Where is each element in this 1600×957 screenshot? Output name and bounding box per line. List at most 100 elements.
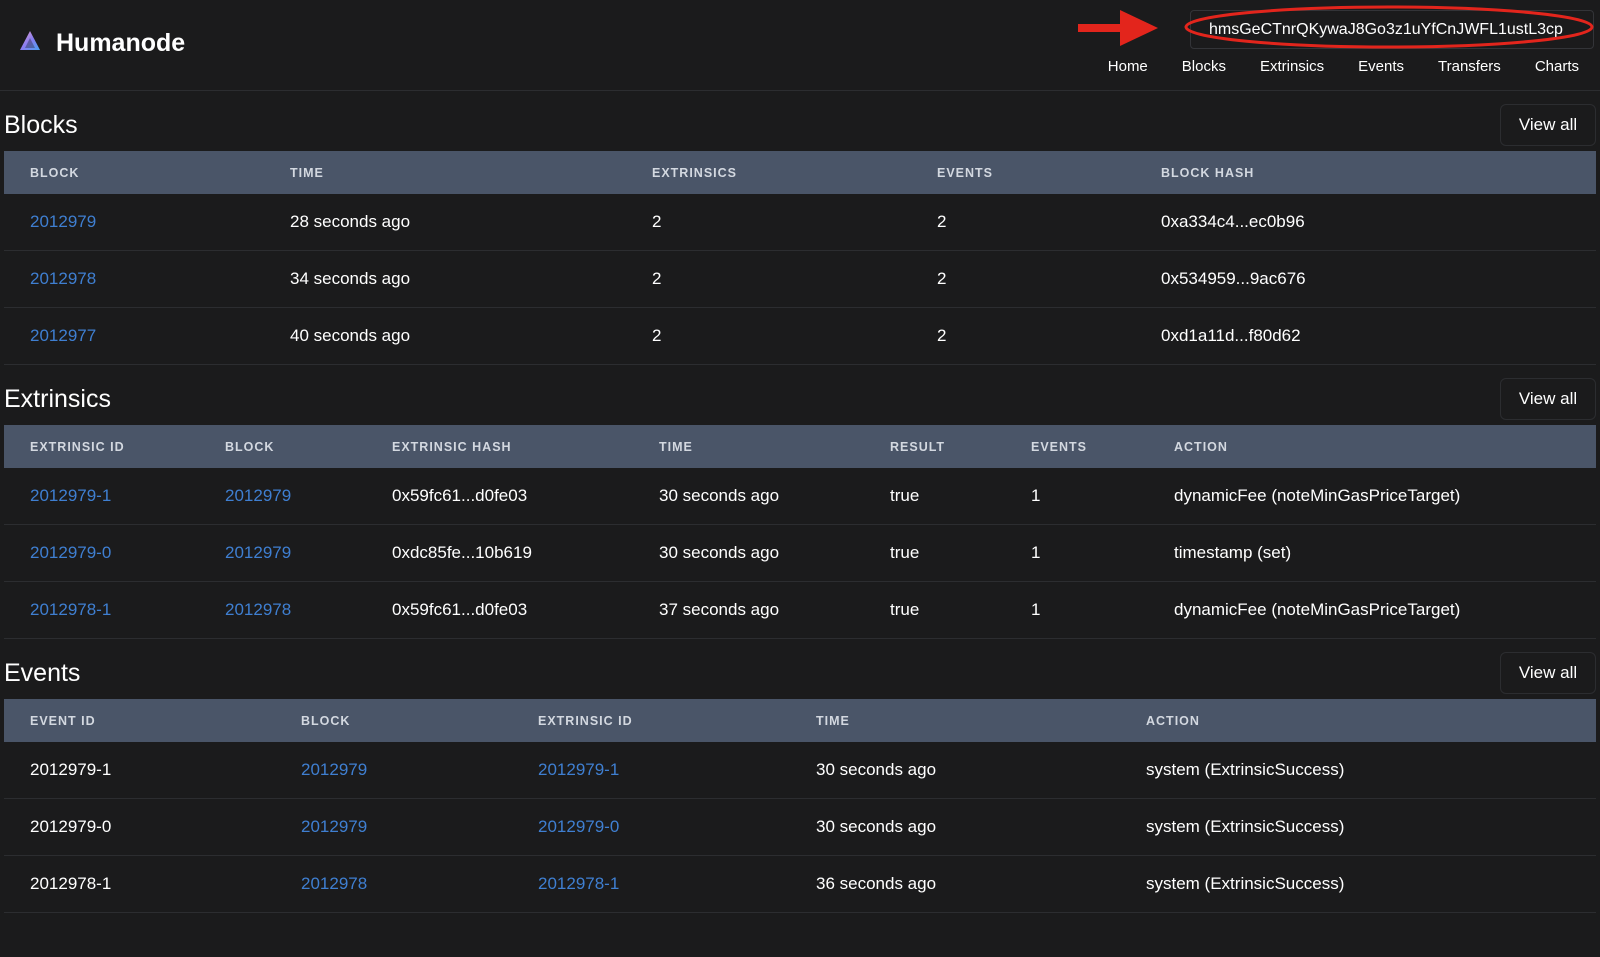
events-count-cell: 1 [1005,524,1148,582]
nav-charts[interactable]: Charts [1535,58,1579,75]
extrinsics-count-cell: 2 [626,194,911,251]
block-hash-cell: 0xa334c4...ec0b96 [1135,194,1596,251]
events-table: EVENT ID BLOCK EXTRINSIC ID TIME ACTION … [4,699,1596,913]
result-cell: true [864,468,1005,525]
extrinsic-id-link[interactable]: 2012978-1 [538,874,619,893]
extrinsic-hash-cell: 0x59fc61...d0fe03 [366,581,633,639]
extrinsic-id-link[interactable]: 2012979-1 [538,760,619,779]
extrinsic-id-link[interactable]: 2012979-0 [538,817,619,836]
block-link[interactable]: 2012977 [30,326,96,345]
time-cell: 37 seconds ago [633,581,864,639]
column-header: EXTRINSICS [652,165,738,180]
nav-events[interactable]: Events [1358,58,1404,75]
column-header: BLOCK [301,713,351,728]
table-row: 2012978 34 seconds ago 2 2 0x534959...9a… [4,250,1596,308]
column-header: TIME [659,439,693,454]
time-cell: 30 seconds ago [633,468,864,525]
time-cell: 30 seconds ago [790,742,1120,799]
column-header: TIME [816,713,850,728]
events-count-cell: 2 [911,194,1135,251]
annotation-ellipse [1184,5,1594,49]
blocks-table-header: BLOCK TIME EXTRINSICS EVENTS BLOCK HASH [4,151,1596,194]
humanode-logo-icon [18,29,42,58]
extrinsic-id-link[interactable]: 2012979-1 [30,486,111,505]
block-link[interactable]: 2012978 [30,269,96,288]
result-cell: true [864,524,1005,582]
action-cell: system (ExtrinsicSuccess) [1120,798,1596,856]
table-row: 2012979-0 2012979 2012979-0 30 seconds a… [4,798,1596,856]
event-id-cell: 2012979-1 [4,742,275,799]
time-cell: 40 seconds ago [264,307,626,365]
events-count-cell: 1 [1005,581,1148,639]
event-id-cell: 2012979-0 [4,798,275,856]
column-header: EVENTS [937,165,994,180]
column-header: BLOCK [225,439,275,454]
time-cell: 28 seconds ago [264,194,626,251]
main-nav: Home Blocks Extrinsics Events Transfers … [1074,58,1579,75]
table-row: 2012978-1 2012978 2012978-1 36 seconds a… [4,855,1596,913]
blocks-title: Blocks [4,111,78,139]
brand[interactable]: Humanode [18,28,185,58]
column-header: EVENTS [1031,439,1088,454]
column-header: ACTION [1146,713,1200,728]
block-link[interactable]: 2012978 [225,600,291,619]
blocks-table: BLOCK TIME EXTRINSICS EVENTS BLOCK HASH … [4,151,1596,365]
nav-transfers[interactable]: Transfers [1438,58,1501,75]
blocks-view-all-button[interactable]: View all [1500,104,1596,146]
column-header: EVENT ID [30,713,96,728]
time-cell: 30 seconds ago [633,524,864,582]
extrinsics-count-cell: 2 [626,250,911,308]
block-link[interactable]: 2012979 [225,486,291,505]
extrinsic-hash-cell: 0x59fc61...d0fe03 [366,468,633,525]
time-cell: 34 seconds ago [264,250,626,308]
nav-home[interactable]: Home [1108,58,1148,75]
table-row: 2012977 40 seconds ago 2 2 0xd1a11d...f8… [4,307,1596,365]
extrinsics-count-cell: 2 [626,307,911,365]
events-view-all-button[interactable]: View all [1500,652,1596,694]
events-title: Events [4,659,81,687]
table-row: 2012979-1 2012979 0x59fc61...d0fe03 30 s… [4,468,1596,525]
table-row: 2012979 28 seconds ago 2 2 0xa334c4...ec… [4,194,1596,251]
extrinsic-id-link[interactable]: 2012978-1 [30,600,111,619]
extrinsic-id-link[interactable]: 2012979-0 [30,543,111,562]
block-hash-cell: 0xd1a11d...f80d62 [1135,307,1596,365]
extrinsics-title: Extrinsics [4,385,111,413]
column-header: BLOCK [30,165,80,180]
event-id-cell: 2012978-1 [4,855,275,913]
column-header: EXTRINSIC ID [30,439,125,454]
action-cell: dynamicFee (noteMinGasPriceTarget) [1148,581,1596,639]
time-cell: 30 seconds ago [790,798,1120,856]
block-link[interactable]: 2012978 [301,874,367,893]
table-row: 2012978-1 2012978 0x59fc61...d0fe03 37 s… [4,581,1596,639]
column-header: EXTRINSIC ID [538,713,633,728]
column-header: TIME [290,165,324,180]
table-row: 2012979-0 2012979 0xdc85fe...10b619 30 s… [4,524,1596,582]
extrinsics-table: EXTRINSIC ID BLOCK EXTRINSIC HASH TIME R… [4,425,1596,639]
extrinsics-table-header: EXTRINSIC ID BLOCK EXTRINSIC HASH TIME R… [4,425,1596,468]
table-row: 2012979-1 2012979 2012979-1 30 seconds a… [4,742,1596,799]
events-table-header: EVENT ID BLOCK EXTRINSIC ID TIME ACTION [4,699,1596,742]
extrinsic-hash-cell: 0xdc85fe...10b619 [366,524,633,582]
action-cell: system (ExtrinsicSuccess) [1120,742,1596,799]
column-header: ACTION [1174,439,1228,454]
action-cell: timestamp (set) [1148,524,1596,582]
block-link[interactable]: 2012979 [30,212,96,231]
column-header: BLOCK HASH [1161,165,1255,180]
action-cell: system (ExtrinsicSuccess) [1120,855,1596,913]
events-count-cell: 2 [911,307,1135,365]
nav-extrinsics[interactable]: Extrinsics [1260,58,1324,75]
block-link[interactable]: 2012979 [301,760,367,779]
time-cell: 36 seconds ago [790,855,1120,913]
column-header: RESULT [890,439,946,454]
result-cell: true [864,581,1005,639]
brand-name: Humanode [56,28,186,57]
block-link[interactable]: 2012979 [301,817,367,836]
block-link[interactable]: 2012979 [225,543,291,562]
events-count-cell: 1 [1005,468,1148,525]
events-count-cell: 2 [911,250,1135,308]
block-hash-cell: 0x534959...9ac676 [1135,250,1596,308]
top-header: Humanode Home Blocks Extrinsics Events T… [0,0,1600,91]
column-header: EXTRINSIC HASH [392,439,512,454]
extrinsics-view-all-button[interactable]: View all [1500,378,1596,420]
nav-blocks[interactable]: Blocks [1182,58,1226,75]
